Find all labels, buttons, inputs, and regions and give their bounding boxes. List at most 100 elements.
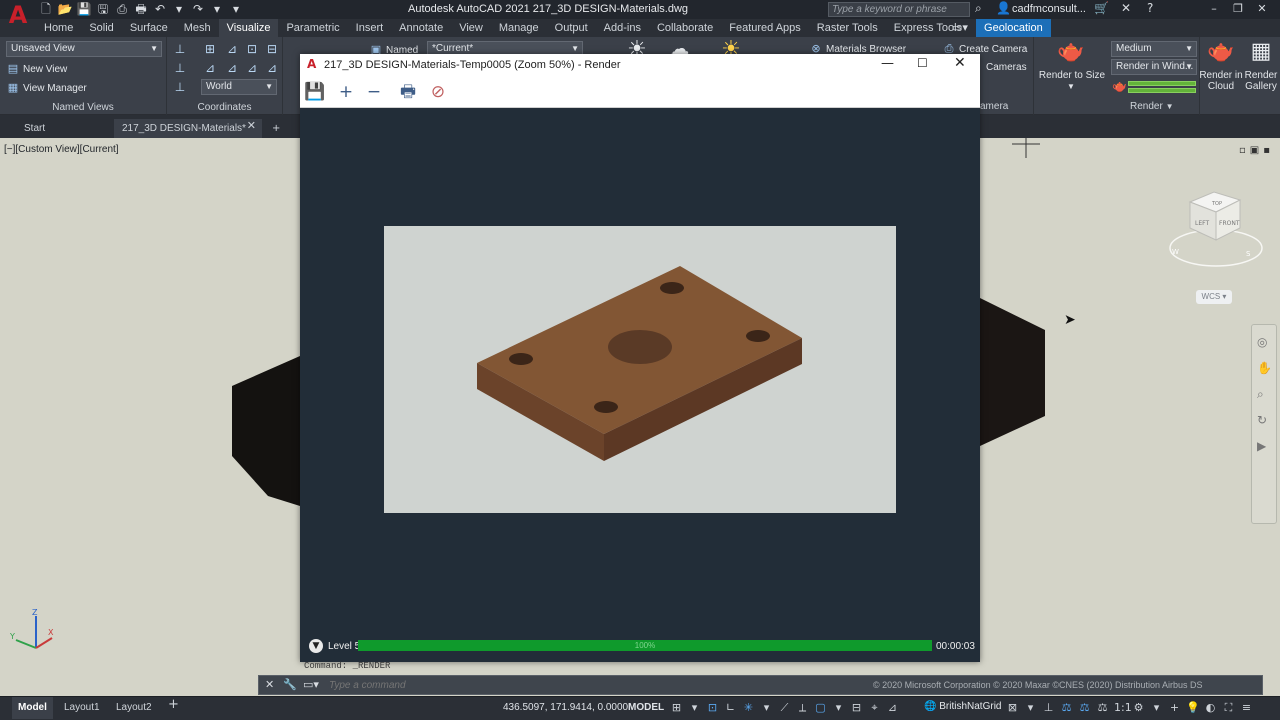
render-window-titlebar[interactable]: A 217_3D DESIGN-Materials-Temp0005 (Zoom…	[300, 54, 980, 76]
coordinates-readout[interactable]: 436.5097, 171.9414, 0.0000	[503, 702, 628, 713]
customize-icon[interactable]: 🔧	[283, 678, 297, 691]
grid-icon[interactable]: ⊞	[670, 700, 683, 716]
orbit-icon[interactable]: ↻	[1257, 413, 1267, 427]
ucs-previous-icon[interactable]: ⊿	[225, 42, 239, 56]
ucs-icon[interactable]: ⊥	[173, 42, 187, 56]
wcs-menu[interactable]: WCS ▾	[1196, 290, 1232, 304]
tab-parametric[interactable]: Parametric	[278, 19, 347, 37]
tab-featured-apps[interactable]: Featured Apps	[721, 19, 809, 37]
clean-screen-icon[interactable]: ⛶	[1222, 700, 1235, 716]
dynamic-ucs-icon[interactable]: ⌖	[868, 700, 881, 716]
autoscale-icon[interactable]: ⚖	[1096, 700, 1109, 716]
ucs-z-icon[interactable]: ⊿	[245, 61, 259, 75]
user-name[interactable]: cadfmconsult...	[1012, 3, 1086, 15]
chevron-down-icon[interactable]: ▼	[1067, 82, 1075, 91]
render-group-label[interactable]: Render ▼	[1130, 101, 1174, 112]
minimize-button[interactable]: –	[1206, 0, 1222, 18]
layout2-tab[interactable]: Layout2	[110, 697, 158, 719]
tab-surface[interactable]: Surface	[122, 19, 176, 37]
ucs-3point-icon[interactable]: ⊿	[265, 61, 279, 75]
render-destination-combo[interactable]: Render in Wind... ▼	[1111, 59, 1197, 75]
zoom-out-icon[interactable]: −	[362, 80, 386, 104]
ucs-x-icon[interactable]: ⊿	[203, 61, 217, 75]
redo-dropdown-icon[interactable]: ▾	[209, 1, 225, 17]
save-as-icon[interactable]: 🖫	[95, 1, 111, 17]
annotation-monitor-icon[interactable]: +	[1168, 700, 1181, 716]
cameras-button[interactable]: Cameras	[986, 62, 1027, 73]
3dosnap-icon[interactable]: ⊟	[850, 700, 863, 716]
osnap-dropdown-icon[interactable]: ▾	[832, 700, 845, 716]
ucs-zaxis-icon[interactable]: ⊥	[173, 80, 187, 94]
render-quality-combo[interactable]: Medium ▼	[1111, 41, 1197, 57]
workspace-dropdown-icon[interactable]: ▾	[1150, 700, 1163, 716]
geolocation-workspace[interactable]: 🌐 BritishNatGrid	[924, 701, 1001, 712]
viewcube[interactable]: TOP LEFT FRONT W S	[1168, 190, 1266, 270]
close-command-line-icon[interactable]: ✕	[265, 678, 274, 691]
showmotion-icon[interactable]: ▶	[1257, 439, 1266, 453]
tab-solid[interactable]: Solid	[81, 19, 121, 37]
document-tab[interactable]: 217_3D DESIGN-Materials* ✕	[114, 119, 262, 138]
steering-wheel-icon[interactable]: ◎	[1257, 335, 1267, 349]
isodraft-icon[interactable]: ⟋	[778, 700, 791, 716]
recent-commands-icon[interactable]: ▭▾	[303, 678, 319, 691]
customize-qat-icon[interactable]: ▾	[228, 1, 244, 17]
render-gallery-icon[interactable]: ▦	[1247, 39, 1275, 65]
tab-mesh[interactable]: Mesh	[176, 19, 219, 37]
tab-insert[interactable]: Insert	[348, 19, 392, 37]
view-combo[interactable]: Unsaved View ▼	[6, 41, 162, 57]
workspace-icon[interactable]: ⚙	[1132, 700, 1145, 716]
render-to-size-icon[interactable]: 🫖	[1057, 39, 1085, 65]
render-exposure-bar[interactable]	[1128, 88, 1196, 93]
render-minimize-button[interactable]: —	[881, 56, 894, 71]
render-to-size-button[interactable]: Render to Size	[1038, 70, 1106, 81]
snap-icon[interactable]: ⊡	[706, 700, 719, 716]
plot-icon[interactable]: 🖶	[133, 1, 149, 17]
view-manager-button[interactable]: ▦ View Manager	[6, 81, 87, 94]
ribbon-minimize-icon[interactable]: ▭▾	[952, 21, 968, 34]
restore-button[interactable]: ❐	[1230, 0, 1246, 18]
tab-output[interactable]: Output	[547, 19, 596, 37]
tab-raster-tools[interactable]: Raster Tools	[809, 19, 886, 37]
redo-icon[interactable]: ↷	[190, 1, 206, 17]
help-search-input[interactable]: Type a keyword or phrase	[828, 2, 970, 17]
customize-status-icon[interactable]: ≡	[1240, 700, 1253, 716]
polar-icon[interactable]: ✳	[742, 700, 755, 716]
print-icon[interactable]: 🖶	[396, 80, 420, 104]
ucs-status-icon[interactable]: ⊥	[1042, 700, 1055, 716]
osnap-icon[interactable]: ▢	[814, 700, 827, 716]
user-icon[interactable]: 👤	[996, 1, 1011, 15]
render-environment-icon[interactable]: 🫖	[1112, 79, 1127, 93]
undo-icon[interactable]: ↶	[152, 1, 168, 17]
scale-label-icon[interactable]: 1:1	[1114, 700, 1132, 716]
navigation-bar[interactable]: ◎ ✋ ⌕ ↻ ▶	[1251, 324, 1277, 524]
ucs-world-icon[interactable]: ⊞	[203, 42, 217, 56]
tab-home[interactable]: Home	[36, 19, 81, 37]
render-gallery-button[interactable]: Render Gallery	[1240, 70, 1280, 92]
grid-dropdown-icon[interactable]: ▾	[688, 700, 701, 716]
help-icon[interactable]: ?	[1147, 1, 1153, 15]
render-cloud-icon[interactable]: 🫖	[1207, 39, 1235, 65]
web-mobile-icon[interactable]: ⎙	[114, 1, 130, 17]
open-file-icon[interactable]: 📂	[57, 1, 73, 17]
tab-collaborate[interactable]: Collaborate	[649, 19, 721, 37]
hardware-acceleration-icon[interactable]: ◐	[1204, 700, 1217, 716]
close-tab-icon[interactable]: ✕	[247, 119, 256, 132]
render-exposure-bar[interactable]	[1128, 81, 1196, 86]
render-in-cloud-button[interactable]: Render in Cloud	[1198, 70, 1244, 92]
model-space-toggle[interactable]: MODEL	[628, 702, 664, 713]
osnap-tracking-icon[interactable]: ⟂	[796, 700, 809, 716]
ucs-object-icon[interactable]: ⊟	[265, 42, 279, 56]
autodesk-app-icon[interactable]: ✕	[1121, 1, 1131, 15]
ucs-y-icon[interactable]: ⊿	[225, 61, 239, 75]
zoom-icon[interactable]: ⌕	[1257, 387, 1264, 402]
command-input[interactable]	[329, 679, 889, 692]
annotation-scale-icon[interactable]: ⚖	[1060, 700, 1073, 716]
undo-dropdown-icon[interactable]: ▾	[171, 1, 187, 17]
isolate-icon[interactable]: 💡	[1186, 700, 1200, 716]
selection-filter-icon[interactable]: ⊿	[886, 700, 899, 716]
new-view-button[interactable]: ▤ New View	[6, 62, 67, 75]
save-render-icon[interactable]: 💾	[303, 80, 327, 104]
tab-add-ins[interactable]: Add-ins	[596, 19, 649, 37]
pan-icon[interactable]: ✋	[1257, 361, 1272, 375]
tab-view[interactable]: View	[451, 19, 491, 37]
